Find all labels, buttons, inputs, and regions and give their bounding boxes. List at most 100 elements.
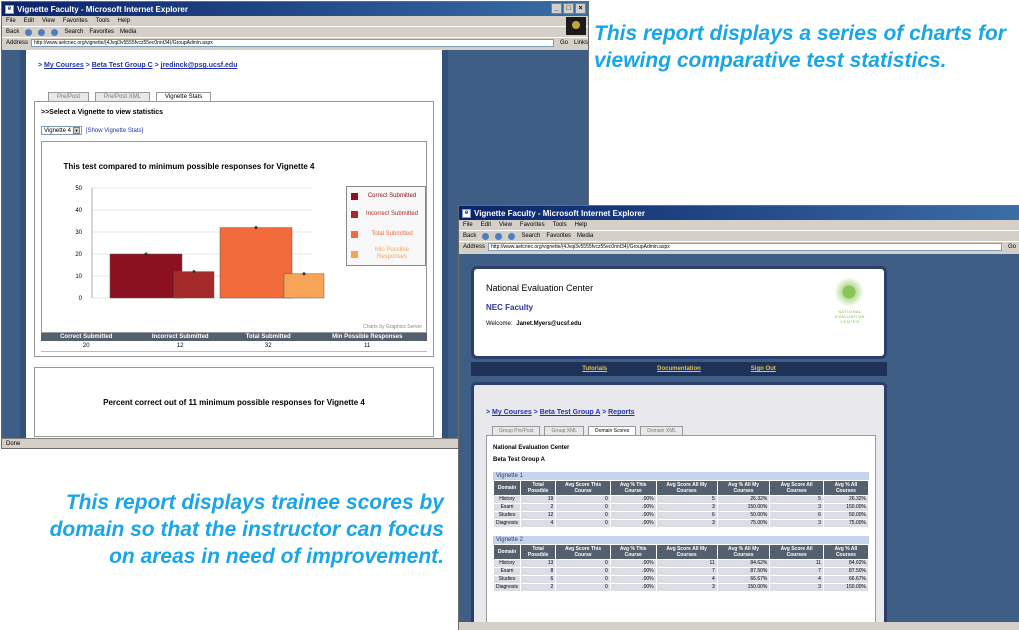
report-tabs: Pre/Post Pre/Post XML Vignette Stats: [26, 90, 442, 101]
links-button[interactable]: Links: [574, 40, 588, 46]
reports-content: > My Courses > Beta Test Group A > Repor…: [471, 382, 887, 630]
vignette-heading: Vignette 2: [493, 536, 869, 544]
stop-icon[interactable]: [482, 232, 490, 240]
chevron-down-icon[interactable]: ▼: [72, 127, 80, 134]
domain-scores-window: e Vignette Faculty - Microsoft Internet …: [458, 205, 1019, 630]
domain-scores-page: National Evaluation Center NEC Faculty W…: [465, 254, 889, 630]
table-header-row: Domain Total Possible Avg Score This Cours…: [493, 544, 870, 560]
home-icon[interactable]: [51, 28, 59, 36]
search-button[interactable]: Search: [521, 233, 540, 239]
legend-label: Min Possible Responses: [374, 247, 409, 260]
legend-swatch: [351, 250, 358, 258]
breadcrumb-reports[interactable]: Reports: [608, 409, 634, 416]
welcome-user: Janet.Myers@ucsf.edu: [516, 321, 582, 327]
menu-view[interactable]: View: [42, 18, 55, 24]
legend-swatch: [351, 231, 358, 238]
tab-group-xml[interactable]: Group XML: [544, 426, 585, 435]
table-cell: 3: [769, 503, 824, 512]
nav-sign-out[interactable]: Sign Out: [751, 366, 776, 372]
address-input[interactable]: http://www.aetcnec.org/vignette/(4Jvqi3v…: [31, 39, 554, 47]
menu-help[interactable]: Help: [575, 222, 587, 228]
back-button[interactable]: Back: [463, 233, 476, 239]
favorites-button[interactable]: Favorites: [89, 29, 114, 35]
maximize-button[interactable]: □: [563, 3, 574, 14]
table-cell: 3: [655, 583, 718, 592]
media-button[interactable]: Media: [577, 233, 593, 239]
minimize-button[interactable]: _: [551, 3, 562, 14]
refresh-icon[interactable]: [38, 28, 46, 36]
address-input[interactable]: http://www.aetcnec.org/vignette/(4Jvqi3v…: [488, 243, 1002, 251]
table-cell: 11: [769, 559, 824, 568]
table-cell: Studies: [493, 575, 521, 584]
menu-view[interactable]: View: [499, 222, 512, 228]
tab-domain-scores[interactable]: Domain Scores: [588, 426, 637, 435]
go-button[interactable]: Go: [1005, 244, 1019, 250]
value-marker: [254, 226, 258, 230]
search-button[interactable]: Search: [64, 29, 83, 35]
media-button[interactable]: Media: [120, 29, 136, 35]
menu-favorites[interactable]: Favorites: [63, 18, 88, 24]
home-icon[interactable]: [508, 232, 516, 240]
table-cell: 20: [41, 341, 132, 352]
tab-vignette-stats[interactable]: Vignette Stats: [156, 92, 212, 101]
menu-help[interactable]: Help: [118, 18, 130, 24]
domain-report: National Evaluation Center Beta Test Gro…: [486, 435, 876, 630]
back-button[interactable]: Back: [6, 29, 19, 35]
stop-icon[interactable]: [25, 28, 33, 36]
report-group: Beta Test Group A: [493, 457, 546, 463]
menu-favorites[interactable]: Favorites: [520, 222, 545, 228]
menu-tools[interactable]: Tools: [96, 18, 110, 24]
y-tick-label: 50: [75, 186, 82, 192]
table-header: Avg Score All My Courses: [655, 544, 718, 560]
menu-file[interactable]: File: [463, 222, 473, 228]
nav-tutorials[interactable]: Tutorials: [582, 366, 607, 372]
menu-edit[interactable]: Edit: [481, 222, 491, 228]
show-vignette-stats-link[interactable]: [Show Vignette Stats]: [86, 128, 143, 134]
table-cell: 150.00%: [716, 583, 771, 592]
table-cell: 11: [655, 559, 718, 568]
table-cell: 66.67%: [716, 575, 771, 584]
breadcrumb-my-courses[interactable]: My Courses: [492, 409, 532, 416]
menu-tools[interactable]: Tools: [553, 222, 567, 228]
go-button[interactable]: Go: [557, 40, 571, 46]
breadcrumb-user[interactable]: jredinck@psg.ucsf.edu: [161, 62, 238, 69]
breadcrumb-group[interactable]: Beta Test Group C: [92, 62, 153, 69]
tab-group-pre-post[interactable]: Group Pre/Post: [492, 426, 541, 435]
report-tabs: Group Pre/Post Group XML Domain Scores D…: [474, 416, 884, 435]
window-titlebar[interactable]: e Vignette Faculty - Microsoft Internet …: [459, 206, 1019, 220]
vignette-select[interactable]: Vignette 4 ▼: [41, 126, 82, 135]
legend-swatch: [351, 193, 358, 200]
select-heading: >>Select a Vignette to view statistics: [41, 109, 164, 116]
nav-documentation[interactable]: Documentation: [657, 366, 701, 372]
table-header: Correct Submitted: [41, 333, 132, 341]
table-cell: 5: [769, 495, 824, 504]
table-header: Avg % All My Courses: [716, 544, 771, 560]
table-cell: 0: [555, 575, 611, 584]
table-cell: .00%: [609, 575, 657, 584]
tab-pre-post[interactable]: Pre/Post: [48, 92, 90, 101]
address-label: Address: [6, 40, 29, 46]
table-header: Avg Score All Courses: [769, 480, 824, 496]
tab-pre-post-xml[interactable]: Pre/Post XML: [95, 92, 151, 101]
table-cell: 2: [519, 583, 557, 592]
table-cell: 12: [131, 341, 229, 352]
refresh-icon[interactable]: [495, 232, 503, 240]
breadcrumb: > My Courses > Beta Test Group A > Repor…: [486, 409, 635, 416]
table-row: History 13 0.00% 11 84.62% 11 84.62%: [493, 559, 870, 568]
menu-file[interactable]: File: [6, 18, 16, 24]
favorites-button[interactable]: Favorites: [546, 233, 571, 239]
tab-domain-xml[interactable]: Domain XML: [640, 426, 684, 435]
value-marker: [192, 270, 196, 274]
menu-edit[interactable]: Edit: [24, 18, 34, 24]
breadcrumb: > My Courses > Beta Test Group C > jredi…: [38, 62, 238, 69]
window-titlebar[interactable]: e Vignette Faculty - Microsoft Internet …: [2, 2, 588, 16]
table-cell: Exam: [493, 503, 521, 512]
table-cell: 66.67%: [822, 575, 870, 584]
breadcrumb-my-courses[interactable]: My Courses: [44, 62, 84, 69]
welcome-line: Welcome: Janet.Myers@ucsf.edu: [486, 321, 581, 327]
ie-throbber-icon: [566, 17, 586, 35]
close-button[interactable]: ×: [575, 3, 586, 14]
breadcrumb-group[interactable]: Beta Test Group A: [540, 409, 600, 416]
value-marker: [302, 272, 306, 276]
table-cell: 84.62%: [822, 559, 870, 568]
